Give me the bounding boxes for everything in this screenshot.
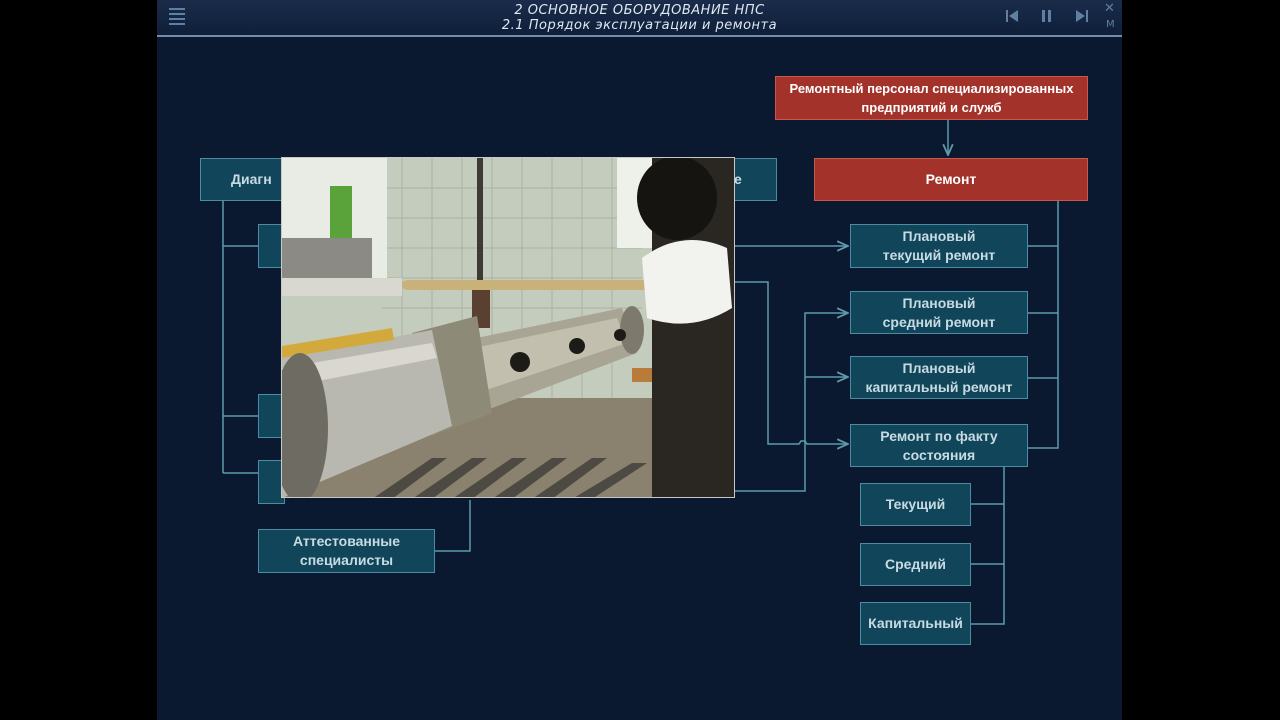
condition-repair-box: Ремонт по факту состояния: [850, 424, 1028, 467]
app-frame: 2 ОСНОВНОЕ ОБОРУДОВАНИЕ НПС 2.1 Порядок …: [157, 0, 1122, 720]
planned-medium-box: Плановый средний ремонт: [850, 291, 1028, 334]
video-frame-image: [282, 158, 734, 497]
capital-repair-box: Капитальный: [860, 602, 971, 645]
video-player[interactable]: [281, 157, 735, 498]
diagnostics-box: Диагн: [200, 158, 285, 201]
certified-specialists-box: Аттестованные специалисты: [258, 529, 435, 573]
medium-repair-box: Средний: [860, 543, 971, 586]
planned-capital-box: Плановый капитальный ремонт: [850, 356, 1028, 399]
planned-current-box: Плановый текущий ремонт: [850, 224, 1028, 268]
current-repair-box: Текущий: [860, 483, 971, 526]
repair-box: Ремонт: [814, 158, 1088, 201]
personnel-box: Ремонтный персонал специализированных пр…: [775, 76, 1088, 120]
